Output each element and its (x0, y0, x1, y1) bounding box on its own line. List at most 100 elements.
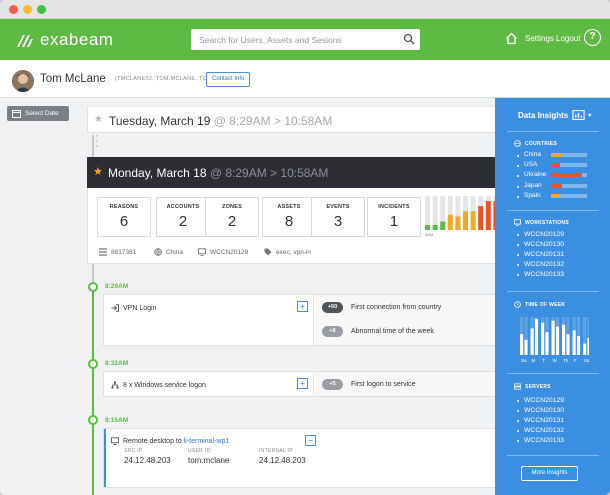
stat-reasons[interactable]: REASONS 6 (97, 197, 151, 237)
brand-logo[interactable]: exabeam (16, 30, 113, 50)
bullet (517, 195, 519, 198)
insights-header[interactable]: Data Insights ▾ (518, 110, 591, 120)
bullet (517, 185, 519, 188)
contact-info-button[interactable]: Contact Info (206, 72, 251, 87)
list-item[interactable]: WCCN20129 (517, 230, 564, 240)
reason-text: First logon to service (351, 381, 416, 388)
session-summary: REASONS 6 ACCOUNTS 2 ZONES 2 ASSETS 8 EV… (87, 188, 507, 264)
week-bar (530, 328, 534, 355)
list-item[interactable]: WCCN20132 (517, 260, 564, 270)
stat-events[interactable]: EVENTS 3 (311, 197, 365, 237)
list-item[interactable]: WCCN20130 (517, 240, 564, 250)
list-item[interactable]: WCCN20129 (517, 396, 564, 406)
country-bar-fill (551, 173, 582, 178)
histogram-bar (463, 211, 468, 230)
reason-item[interactable]: +50 First connection from country (322, 302, 441, 313)
country-row[interactable]: China (517, 150, 597, 160)
home-icon[interactable] (505, 32, 518, 45)
star-icon[interactable]: ★ (94, 114, 103, 125)
app-window: exabeam Settings Logout ? Tom McLane (TM… (0, 0, 610, 495)
window-chrome (0, 0, 610, 19)
expand-event-button[interactable]: + (297, 378, 308, 389)
week-day-label: T (542, 358, 545, 363)
risk-score-badge: +50 (322, 302, 343, 313)
help-button[interactable]: ? (584, 29, 601, 46)
week-bar (566, 334, 570, 355)
day-date: Monday, March 18 @ 8:29AM > 10:58AM (108, 166, 329, 180)
minimize-window-button[interactable] (23, 5, 32, 14)
stat-assets[interactable]: ASSETS 8 (262, 197, 316, 237)
country-name: USA (524, 161, 538, 169)
week-day-label: Sa (584, 358, 589, 363)
stat-accounts[interactable]: ACCOUNTS 2 (156, 197, 210, 237)
countries-title: COUNTRIES (514, 140, 557, 147)
select-date-button[interactable]: Select Date (7, 106, 69, 121)
monitor-icon (198, 248, 206, 256)
top-navbar: exabeam Settings Logout ? (0, 19, 610, 60)
event-windows-logon: 8 x Windows service logon + +5 First log… (103, 371, 507, 397)
expand-event-button[interactable]: + (297, 301, 308, 312)
country-name: Japan (524, 181, 542, 189)
more-dots-icon[interactable]: · · · (95, 131, 99, 152)
bullet (517, 165, 519, 168)
week-day-label: Th (563, 358, 569, 363)
histogram-bar (485, 201, 491, 230)
week-bar (555, 326, 560, 355)
divider (507, 131, 599, 132)
week-day-label: W (553, 358, 558, 363)
maximize-window-button[interactable] (37, 5, 46, 14)
clock-icon (514, 301, 521, 308)
close-window-button[interactable] (9, 5, 18, 14)
reason-item[interactable]: +8 Abnormal time of the week (322, 326, 434, 337)
country-name: China (524, 151, 541, 158)
host-link[interactable]: li-terminal-wp1 (184, 438, 230, 445)
country-bar-fill (551, 153, 562, 157)
collapse-event-button[interactable]: − (305, 435, 316, 446)
week-bar (572, 330, 576, 355)
week-bar (541, 322, 545, 355)
calendar-icon (12, 110, 21, 118)
timeline-dot (88, 415, 98, 425)
stat-incidents[interactable]: INCIDENTS 1 (367, 197, 421, 237)
logout-link[interactable]: Logout (556, 34, 580, 43)
search-icon[interactable] (403, 33, 415, 45)
reason-text: Abnormal time of the week (351, 328, 434, 335)
settings-link[interactable]: Settings (525, 34, 554, 43)
country-row[interactable]: Ukraine (517, 170, 597, 180)
list-item[interactable]: WCCN20131 (517, 250, 564, 260)
week-bar (520, 334, 524, 355)
week-bar (551, 320, 555, 355)
list-item[interactable]: WCCN20131 (517, 416, 564, 426)
risk-score-badge: +5 (322, 379, 343, 390)
meta-host: WCCN20129 (198, 248, 248, 256)
stat-value: 2 (178, 213, 188, 230)
risk-score-badge: +8 (322, 326, 343, 337)
more-insights-button[interactable]: More Insights (521, 466, 578, 481)
country-row[interactable]: USA (517, 160, 597, 170)
star-icon[interactable]: ★ (93, 165, 103, 178)
stat-label: ZONES (222, 204, 242, 210)
stat-zones[interactable]: ZONES 2 (205, 197, 259, 237)
day-header-monday[interactable]: ★ Monday, March 18 @ 8:29AM > 10:58AM (87, 157, 507, 188)
stat-label: INCIDENTS (378, 204, 410, 210)
field-internal-ip: INTERNAL IP 24.12.48.203 (259, 448, 306, 465)
event-main: Remote desktop to li-terminal-wp1 − SRC … (104, 429, 316, 487)
reason-text: First connection from country (351, 304, 442, 311)
country-bar-track (551, 173, 587, 178)
country-name: Ukraine (524, 171, 547, 179)
country-row[interactable]: Spain (517, 191, 597, 201)
histogram-bar (470, 211, 476, 230)
list-item[interactable]: WCCN20130 (517, 406, 564, 416)
list-item[interactable]: WCCN20133 (517, 270, 564, 280)
list-item[interactable]: WCCN20133 (517, 436, 564, 446)
user-name: Tom McLane (40, 73, 106, 85)
stat-value: 8 (284, 213, 294, 230)
list-item[interactable]: WCCN20132 (517, 426, 564, 436)
country-row[interactable]: Japan (517, 181, 597, 191)
list-icon (99, 248, 107, 256)
day-header-tuesday[interactable]: ★ Tuesday, March 19 @ 8:29AM > 10:58AM (87, 106, 507, 133)
meta-location: China (154, 248, 183, 256)
reason-item[interactable]: +5 First logon to service (322, 379, 416, 390)
search-input[interactable] (191, 29, 396, 50)
servers-title: SERVERS (514, 383, 551, 390)
